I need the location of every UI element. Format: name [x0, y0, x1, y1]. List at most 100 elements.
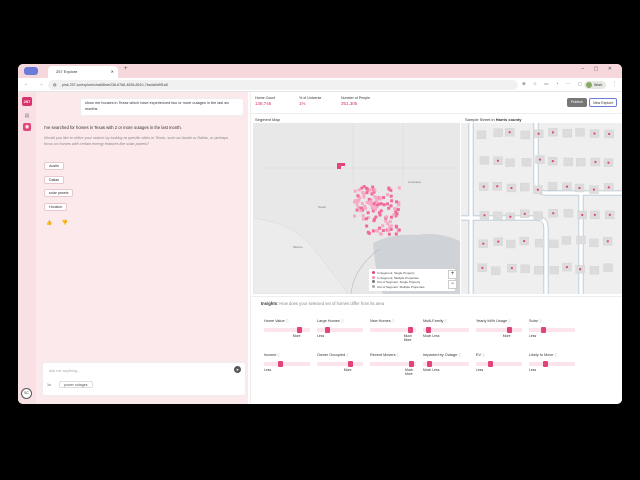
profile-button[interactable]: Work: [584, 81, 607, 89]
insight-card[interactable]: Impacted by Outage ⓘ Much Less: [423, 353, 473, 377]
suggestion-chip[interactable]: Dallas: [44, 176, 64, 184]
new-explore-button[interactable]: New Explore: [589, 98, 618, 107]
zoom-in-button[interactable]: +: [448, 270, 457, 279]
info-icon[interactable]: ⓘ: [538, 319, 542, 323]
toolbar-icons[interactable]: ⊕ ☆ ▭ ◔ ⋯ ▢: [522, 81, 585, 87]
insight-card[interactable]: Likely to Move ⓘ Less: [529, 353, 579, 377]
info-icon[interactable]: ⓘ: [345, 353, 349, 357]
info-icon[interactable]: ⓘ: [443, 319, 447, 323]
info-icon[interactable]: ⓘ: [457, 353, 461, 357]
new-tab-icon[interactable]: +: [124, 66, 128, 72]
suggestion-chip[interactable]: solar panels: [44, 189, 74, 197]
insight-marker: [278, 361, 284, 367]
segment-home-marker[interactable]: [593, 132, 596, 135]
segment-home-marker[interactable]: [594, 160, 597, 164]
segment-map[interactable]: Louisiana Mexico Texas In Segment, Singl…: [253, 123, 460, 294]
segment-home-marker[interactable]: [523, 239, 526, 243]
insight-card[interactable]: Income ⓘ Less: [264, 353, 314, 377]
segment-home-marker[interactable]: [551, 160, 554, 163]
insight-card[interactable]: Yearly kWh Usage ⓘ More: [476, 319, 526, 343]
info-icon[interactable]: ⓘ: [285, 319, 288, 323]
segment-home-marker[interactable]: [482, 242, 485, 245]
segment-marker: [393, 207, 397, 211]
insight-card[interactable]: New Homes ⓘ Much More: [370, 319, 420, 343]
user-avatar[interactable]: SC: [21, 388, 32, 399]
segment-home-marker[interactable]: [537, 132, 540, 135]
house-footprint: [479, 156, 490, 165]
segment-home-marker[interactable]: [523, 212, 526, 215]
insight-marker: [325, 327, 331, 333]
feedback-icons[interactable]: 👍 👎: [46, 220, 72, 226]
explore-icon[interactable]: ◉: [23, 123, 31, 131]
close-tab-icon[interactable]: ✕: [111, 66, 114, 78]
window-controls[interactable]: – ▢ ✕: [582, 66, 616, 72]
info-icon[interactable]: ⓘ: [481, 353, 485, 357]
history-icon[interactable]: ▤: [23, 112, 31, 120]
segment-home-marker[interactable]: [607, 161, 610, 164]
sample-street-map[interactable]: [461, 123, 622, 294]
segment-home-marker[interactable]: [508, 131, 511, 134]
mode-selector[interactable]: 1x: [47, 383, 51, 387]
segment-home-marker[interactable]: [607, 186, 610, 189]
stat-label: Home Count: [255, 96, 276, 100]
segment-home-marker[interactable]: [538, 158, 542, 161]
segment-home-marker[interactable]: [510, 186, 513, 190]
segment-home-marker[interactable]: [497, 240, 500, 243]
insight-card[interactable]: Owner Occupied ⓘ More: [317, 353, 367, 377]
insight-card[interactable]: Recent Movers ⓘ Much More: [370, 353, 420, 377]
segment-home-marker[interactable]: [536, 188, 540, 191]
segment-home-marker[interactable]: [565, 185, 569, 188]
info-icon[interactable]: ⓘ: [391, 319, 395, 323]
segment-home-marker[interactable]: [581, 213, 584, 217]
url-field[interactable]: ◍ pink.257.co/explore/chat/8bde236-6768-…: [48, 80, 518, 90]
segment-home-marker[interactable]: [608, 132, 611, 136]
segment-marker: [389, 224, 393, 228]
segment-marker: [387, 232, 391, 236]
segment-marker: [378, 213, 382, 217]
info-icon[interactable]: ⓘ: [507, 319, 511, 323]
send-icon[interactable]: ➤: [234, 366, 241, 373]
segment-home-marker[interactable]: [483, 214, 486, 217]
logo-icon[interactable]: 257: [22, 97, 32, 106]
street-map-svg: [461, 123, 622, 294]
chat-input[interactable]: Ask me anything... ➤ 1x power outages: [42, 362, 246, 396]
info-icon[interactable]: ⓘ: [340, 319, 344, 323]
segment-home-marker[interactable]: [579, 268, 582, 271]
segment-home-marker[interactable]: [551, 131, 554, 134]
segment-home-marker[interactable]: [496, 159, 500, 162]
segment-home-marker[interactable]: [510, 266, 514, 270]
info-icon[interactable]: ⓘ: [276, 353, 280, 357]
insight-card[interactable]: Solar ⓘ Less: [529, 319, 579, 343]
segment-marker: [396, 208, 400, 212]
tab-group-indicator[interactable]: [24, 67, 38, 75]
segment-home-marker[interactable]: [593, 213, 597, 216]
suggestion-chip[interactable]: Austin: [44, 162, 64, 170]
info-icon[interactable]: ⓘ: [553, 353, 557, 357]
segment-home-marker[interactable]: [552, 212, 555, 215]
insight-card[interactable]: Home Value ⓘ More: [264, 319, 314, 343]
legend-label: In Segment, Multiple Properties: [377, 275, 419, 280]
segment-home-marker[interactable]: [482, 185, 485, 188]
segment-home-marker[interactable]: [578, 186, 581, 190]
publish-button[interactable]: Publish: [567, 98, 587, 107]
insight-card[interactable]: Large Homes ⓘ Less: [317, 319, 367, 343]
info-icon[interactable]: ⓘ: [396, 353, 399, 357]
browser-tab[interactable]: 257 Explore ✕: [48, 66, 118, 78]
segment-home-marker[interactable]: [565, 265, 569, 269]
segment-home-marker[interactable]: [481, 266, 484, 269]
zoom-out-button[interactable]: −: [448, 280, 457, 289]
insight-card[interactable]: EV ⓘ Less: [476, 353, 526, 377]
segment-home-marker[interactable]: [509, 215, 512, 218]
segment-home-marker[interactable]: [606, 240, 609, 243]
chat-input-placeholder: Ask me anything...: [49, 369, 81, 373]
menu-icon[interactable]: ⋮: [612, 81, 617, 87]
filter-tag[interactable]: power outages: [59, 381, 93, 388]
insight-card[interactable]: Multi-Family ⓘ Much Less: [423, 319, 473, 343]
suggestion-chip[interactable]: Houston: [44, 203, 68, 211]
assistant-message: I've searched for homes in Texas with 2 …: [44, 125, 182, 130]
insight-caption: More: [343, 368, 352, 372]
segment-home-marker[interactable]: [592, 188, 596, 191]
segment-marker: [375, 200, 379, 204]
segment-home-marker[interactable]: [496, 185, 499, 188]
segment-home-marker[interactable]: [608, 213, 611, 216]
